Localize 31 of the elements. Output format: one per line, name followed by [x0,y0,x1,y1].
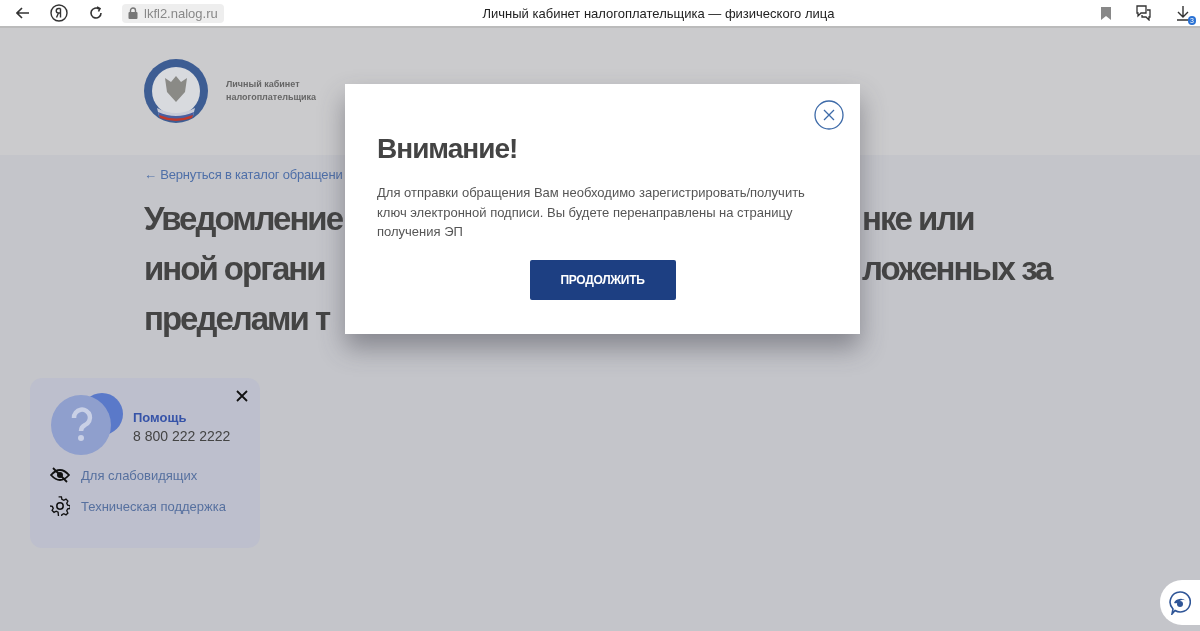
eye-slash-icon [50,467,70,483]
close-icon[interactable] [814,100,844,130]
back-icon[interactable] [16,7,30,19]
browser-logo-icon[interactable] [50,4,68,22]
help-link[interactable]: Техническая поддержка [81,498,226,514]
logo-caption: Личный кабинет налогоплательщика [226,77,318,104]
emblem-logo[interactable] [143,57,209,124]
question-icon [50,392,124,456]
help-title: Помощь [133,409,188,427]
help-link[interactable]: Для слабовидящих [81,467,198,483]
page-title: Личный кабинет налогоплательщика — физического лица [481,5,836,21]
download-icon[interactable] [1176,5,1190,21]
lock-icon [128,7,138,19]
heading-text: пределами т [144,299,330,339]
heading-text: нке или [862,199,974,239]
address-field[interactable]: lkfl2.nalog.ru [122,3,224,23]
chat-bubbles-icon[interactable] [1135,5,1152,21]
continue-button[interactable]: ПРОДОЛЖИТЬ [529,259,676,300]
heading-text: ложенных за [862,249,1052,289]
dialog-title: Внимание! [377,132,518,166]
heading-text: иной органи [144,249,325,289]
bookmark-icon[interactable] [1101,6,1111,20]
phone-number[interactable]: 8 800 222 2222 [133,427,242,445]
dialog-message: Для отправки обращения Вам необходимо зарегистрировать/получить ключ электронной подписи. Вы будете перенаправлены на страницу получения ЭП [377,184,806,241]
back-link[interactable]: ← Вернуться в каталог обращени [144,167,343,182]
url-text: lkfl2.nalog.ru [144,5,218,21]
chat-button[interactable] [1160,580,1200,625]
heading-text: Уведомление [144,199,342,239]
reload-icon[interactable] [88,5,104,21]
chat-icon [1169,590,1191,615]
close-icon[interactable] [236,390,248,402]
